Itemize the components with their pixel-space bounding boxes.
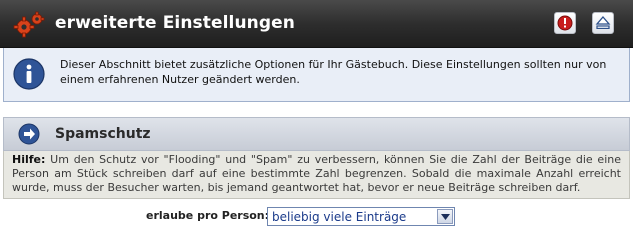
section-header: Spamschutz [3, 117, 630, 151]
help-text: Um den Schutz vor "Flooding" und "Spam" … [12, 153, 621, 194]
posts-per-person-label: erlaube pro Person: [146, 209, 270, 222]
info-button[interactable] [554, 12, 576, 34]
select-arrow-button[interactable] [437, 209, 453, 224]
section-title: Spamschutz [55, 126, 151, 142]
help-box: Hilfe: Um den Schutz vor "Flooding" und … [3, 151, 630, 199]
description-box: Dieser Abschnitt bietet zusätzliche Opti… [3, 48, 630, 102]
posts-per-person-select[interactable]: beliebig viele Einträge [267, 207, 455, 226]
gear-icon [13, 11, 45, 38]
page-title: erweiterte Einstellungen [55, 13, 295, 33]
chevron-down-icon [440, 213, 450, 220]
arrow-right-circle-icon [18, 123, 40, 145]
info-icon [13, 58, 45, 90]
scroll-top-button[interactable] [592, 12, 614, 34]
info-icon [557, 15, 573, 31]
up-arrow-icon [595, 16, 611, 30]
page-header: erweiterte Einstellungen [0, 0, 633, 48]
select-value: beliebig viele Einträge [272, 210, 407, 224]
help-label: Hilfe: [12, 153, 46, 166]
description-text: Dieser Abschnitt bietet zusätzliche Opti… [60, 58, 607, 86]
